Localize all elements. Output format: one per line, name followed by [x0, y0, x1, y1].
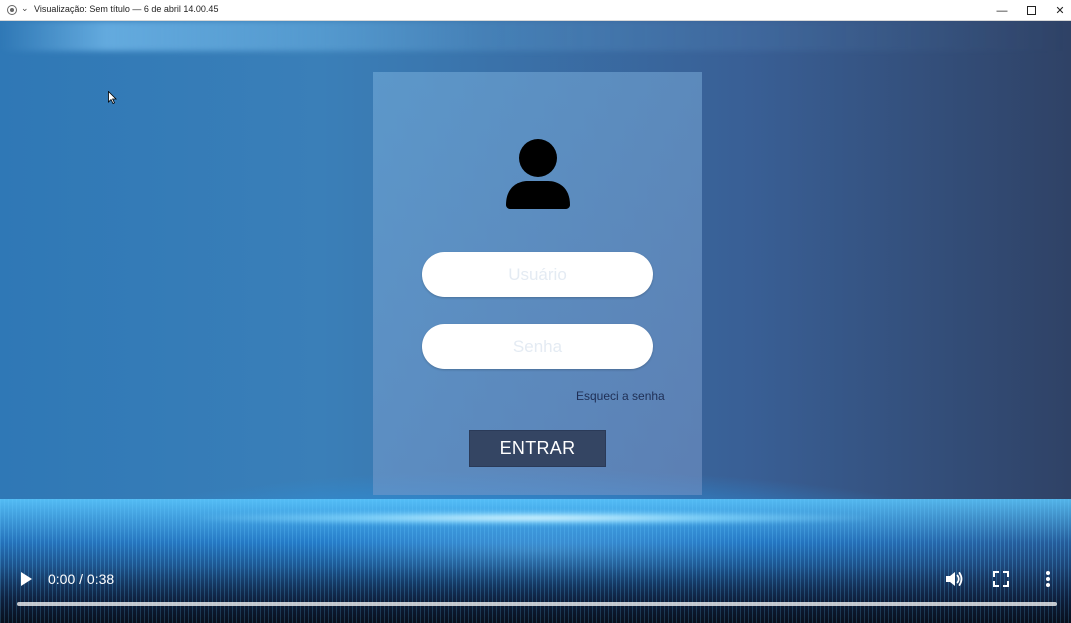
fullscreen-icon[interactable] — [993, 571, 1009, 587]
minimize-icon[interactable]: — — [988, 0, 1016, 21]
app-icon — [7, 5, 17, 15]
window-titlebar: ⌄ Visualização: Sem título — 6 de abril … — [0, 0, 1071, 21]
login-card: Esqueci a senha ENTRAR — [373, 72, 702, 495]
volume-icon[interactable] — [944, 569, 964, 589]
time-display: 0:00 / 0:38 — [48, 571, 115, 587]
progress-bar[interactable] — [17, 602, 1057, 606]
play-icon[interactable] — [18, 571, 34, 587]
video-player[interactable]: Esqueci a senha ENTRAR 0:00 / 0:38 — [0, 21, 1071, 623]
maximize-icon[interactable] — [1017, 0, 1045, 21]
background-glow — [200, 511, 870, 525]
mouse-cursor-icon — [108, 91, 117, 104]
window-title: Visualização: Sem título — 6 de abril 14… — [34, 4, 219, 14]
chevron-down-icon[interactable]: ⌄ — [21, 3, 29, 14]
forgot-password-link[interactable]: Esqueci a senha — [576, 389, 665, 403]
more-options-icon[interactable] — [1040, 569, 1056, 589]
player-controls: 0:00 / 0:38 — [0, 566, 1071, 623]
close-icon[interactable]: ✕ — [1046, 0, 1071, 21]
password-input[interactable] — [422, 324, 653, 369]
user-icon — [506, 139, 570, 209]
username-input[interactable] — [422, 252, 653, 297]
login-button[interactable]: ENTRAR — [469, 430, 606, 467]
